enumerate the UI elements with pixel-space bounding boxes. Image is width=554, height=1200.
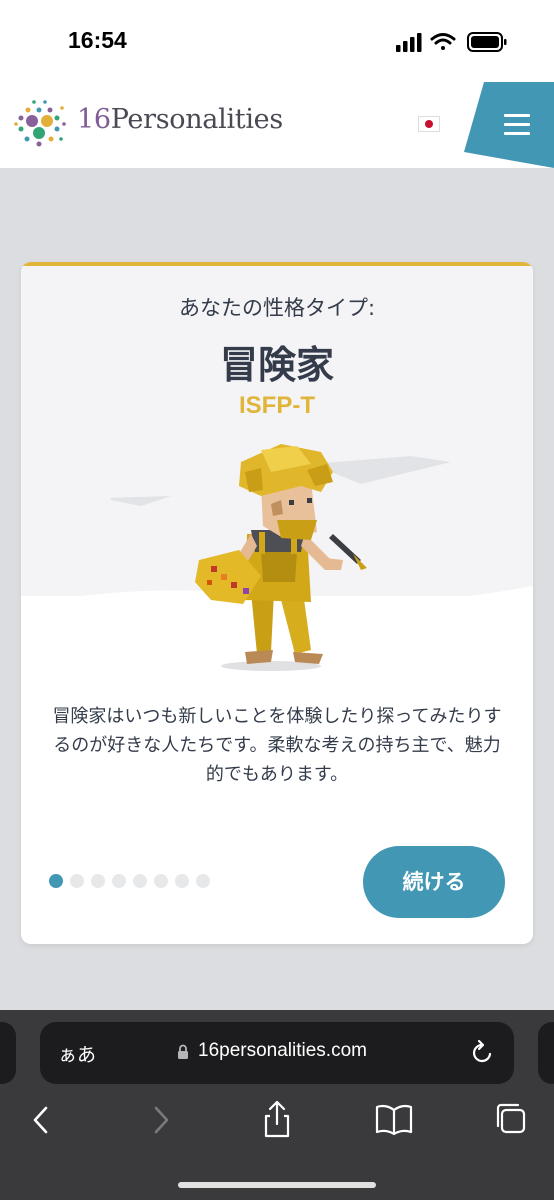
lock-icon — [178, 1044, 188, 1059]
wifi-icon — [430, 33, 456, 50]
progress-dot — [70, 874, 84, 888]
progress-dot — [91, 874, 105, 888]
home-indicator — [178, 1182, 376, 1188]
logo-icon[interactable] — [14, 96, 70, 152]
browser-bottom-bar: ぁあ 16personalities.com — [0, 1010, 554, 1200]
progress-dot — [175, 874, 189, 888]
hamburger-menu-icon[interactable] — [504, 114, 530, 135]
tabs-icon[interactable] — [490, 1098, 534, 1142]
progress-dot — [112, 874, 126, 888]
personality-result-card: あなたの性格タイプ: 冒険家 ISFP-T 冒険家はいつも新しいことを体験したり… — [21, 262, 533, 944]
battery-icon — [467, 32, 507, 52]
logo-number: 16 — [77, 104, 111, 135]
reload-icon[interactable] — [468, 1039, 496, 1067]
logo-text[interactable]: 16Personalities — [77, 104, 283, 135]
url-text[interactable]: 16personalities.com — [198, 1040, 367, 1062]
type-name: 冒険家 — [219, 343, 334, 387]
next-tab-preview[interactable] — [538, 1022, 554, 1084]
address-bar[interactable]: ぁあ 16personalities.com — [40, 1022, 514, 1084]
progress-dot — [196, 874, 210, 888]
cellular-signal-icon — [396, 33, 422, 52]
type-code: ISFP-T — [239, 392, 315, 419]
back-icon[interactable] — [20, 1098, 64, 1142]
status-icons — [396, 32, 507, 52]
forward-icon[interactable] — [138, 1098, 182, 1142]
adventurer-illustration — [111, 444, 451, 671]
progress-dot — [133, 874, 147, 888]
japan-flag-icon[interactable] — [418, 116, 440, 132]
share-icon[interactable] — [255, 1098, 299, 1142]
type-description: 冒険家はいつも新しいことを体験したり探ってみたりするのが好きな人たちです。柔軟な… — [52, 706, 502, 785]
intro-label: あなたの性格タイプ: — [178, 296, 376, 320]
logo-word: Personalities — [110, 104, 283, 135]
status-bar: 16:54 — [0, 0, 554, 82]
bookmarks-icon[interactable] — [372, 1098, 416, 1142]
progress-dot-active — [49, 874, 63, 888]
progress-dot — [154, 874, 168, 888]
progress-dots — [49, 874, 210, 890]
status-time: 16:54 — [68, 27, 127, 53]
previous-tab-preview[interactable] — [0, 1022, 16, 1084]
browser-toolbar — [0, 1098, 554, 1148]
text-size-button[interactable]: ぁあ — [58, 1040, 96, 1067]
site-header: 16Personalities — [0, 82, 554, 168]
continue-button[interactable]: 続ける — [363, 846, 505, 918]
